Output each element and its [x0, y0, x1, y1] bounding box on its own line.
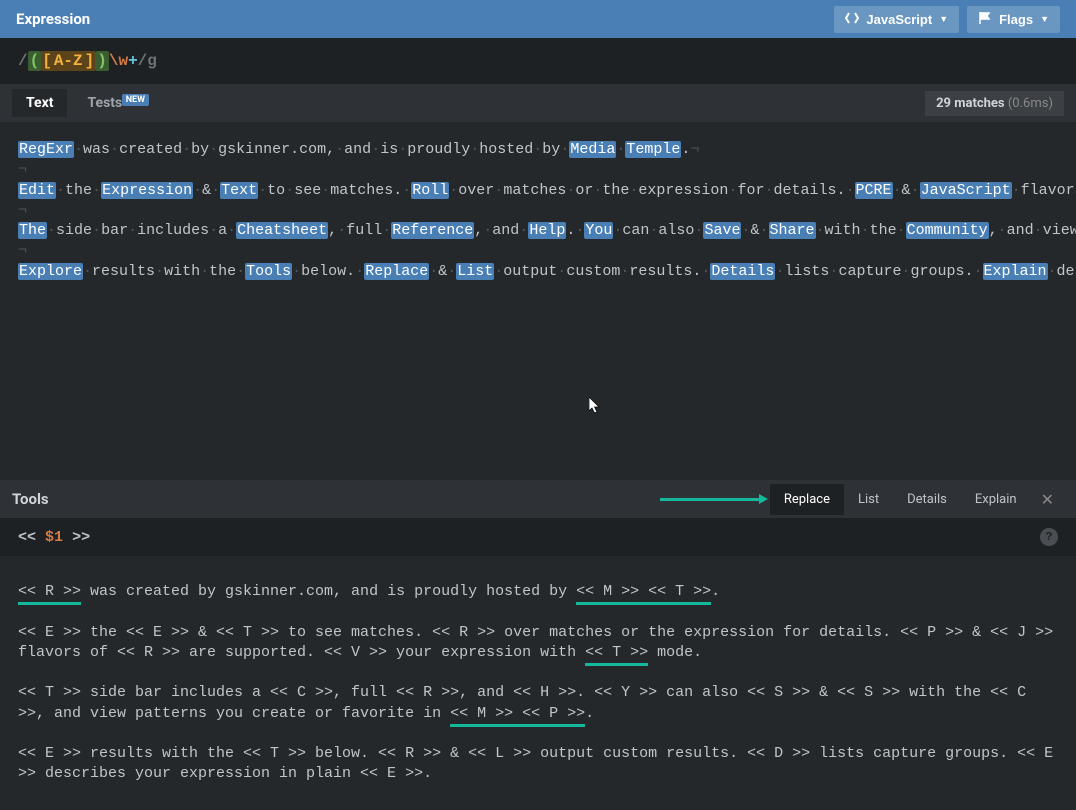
- tab-tests[interactable]: Tests NEW: [73, 89, 163, 117]
- expr-range: A-Z: [53, 51, 84, 71]
- tab-text[interactable]: Text: [12, 89, 67, 117]
- flags-button[interactable]: Flags ▼: [967, 6, 1060, 33]
- expr-flags: g: [147, 52, 157, 70]
- close-icon[interactable]: ✕: [1031, 482, 1064, 517]
- chevron-down-icon: ▼: [1040, 14, 1049, 24]
- expr-group-close: ): [95, 51, 109, 71]
- tabs-bar: Text Tests NEW 29 matches (0.6ms): [0, 84, 1076, 122]
- flags-label: Flags: [999, 12, 1033, 27]
- tools-title: Tools: [12, 490, 49, 508]
- language-button[interactable]: JavaScript ▼: [834, 6, 959, 33]
- arrow-annotation-icon: [660, 498, 760, 501]
- tool-tab-explain[interactable]: Explain: [961, 484, 1031, 515]
- chevron-down-icon: ▼: [939, 14, 948, 24]
- expr-escape: \w: [109, 52, 128, 70]
- replace-lt: <<: [18, 529, 36, 546]
- expression-input[interactable]: / ( [ A-Z ] ) \w + / g: [0, 38, 1076, 84]
- tool-tab-replace[interactable]: Replace: [770, 484, 844, 515]
- expr-charclass-close: ]: [84, 51, 96, 71]
- header-title: Expression: [16, 10, 90, 28]
- help-icon[interactable]: ?: [1040, 528, 1058, 546]
- expr-charclass-open: [: [41, 51, 53, 71]
- header-buttons: JavaScript ▼ Flags ▼: [834, 6, 1060, 33]
- replace-gt: >>: [72, 529, 90, 546]
- tab-tests-label: Tests: [87, 95, 122, 111]
- expr-delimiter: /: [138, 52, 148, 70]
- language-label: JavaScript: [866, 12, 932, 27]
- expr-delimiter: /: [18, 52, 28, 70]
- cursor-icon: [589, 356, 601, 374]
- output-panel: << R >> was created by gskinner.com, and…: [0, 556, 1076, 803]
- replace-input[interactable]: << $1 >> ?: [0, 518, 1076, 556]
- tools-header: Tools Replace List Details Explain ✕: [0, 480, 1076, 518]
- tool-tab-details[interactable]: Details: [893, 484, 961, 515]
- expression-header: Expression JavaScript ▼ Flags ▼: [0, 0, 1076, 38]
- expr-group-open: (: [28, 51, 42, 71]
- replace-group-ref: $1: [45, 529, 63, 546]
- match-count: 29 matches (0.6ms): [925, 91, 1064, 116]
- flag-icon: [978, 11, 992, 28]
- replace-pattern: << $1 >>: [18, 529, 90, 546]
- match-count-value: 29 matches: [936, 96, 1005, 111]
- tool-tab-list[interactable]: List: [844, 484, 893, 515]
- tabs-left: Text Tests NEW: [12, 89, 163, 117]
- new-badge: NEW: [122, 94, 149, 106]
- text-input-panel[interactable]: RegExr·was·created·by·gskinner.com,·and·…: [0, 122, 1076, 480]
- tools-tabs: Replace List Details Explain ✕: [660, 482, 1064, 517]
- code-icon: [845, 12, 859, 27]
- expr-quantifier: +: [128, 52, 138, 70]
